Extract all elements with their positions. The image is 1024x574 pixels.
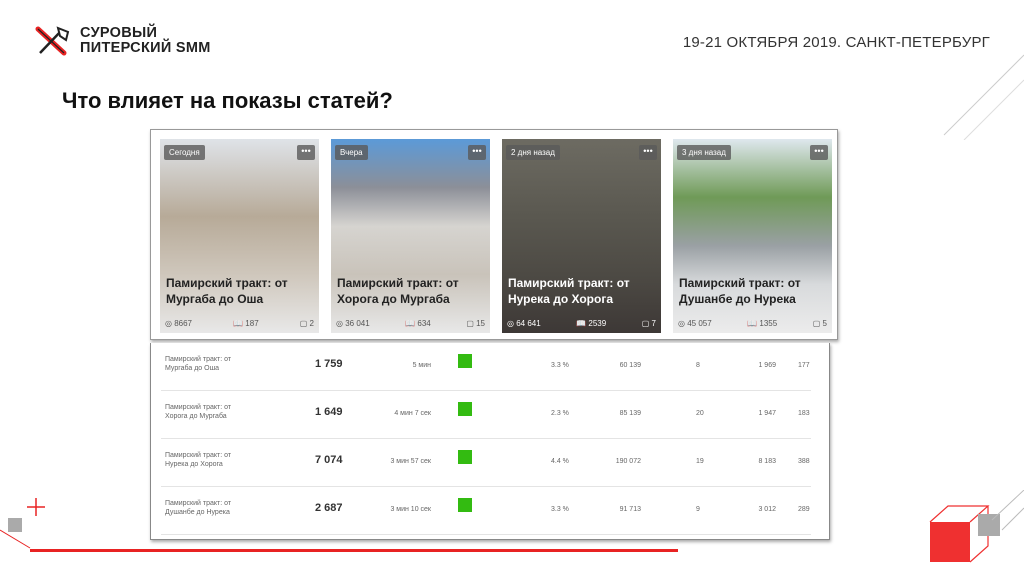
cell-pct: 3.3 %	[551, 362, 569, 369]
views-stat: ◎ 64 641	[507, 319, 541, 328]
event-date: 19-21 ОКТЯБРЯ 2019. САНКТ-ПЕТЕРБУРГ	[682, 34, 990, 51]
slide-title: Что влияет на показы статей?	[62, 88, 393, 113]
cell-value: 1 649	[315, 406, 343, 418]
cell-v4: 388	[798, 458, 810, 465]
cell-v4: 289	[798, 506, 810, 513]
decorative-cube	[929, 490, 1024, 563]
more-icon[interactable]: •••	[297, 145, 315, 160]
cell-v1: 190 072	[615, 458, 641, 465]
cell-value: 2 687	[315, 502, 343, 514]
cell-value: 7 074	[315, 454, 343, 466]
comments-stat: ▢ 7	[641, 319, 656, 328]
cell-name: Памирский тракт: от Хорога до Мургаба	[165, 404, 232, 420]
cell-name: Памирский тракт: от Мургаба до Оша	[165, 356, 232, 372]
reads-stat: 📖 634	[405, 319, 431, 328]
article-card[interactable]: Вчера ••• Памирский тракт: от Хорога до …	[331, 139, 490, 333]
article-card[interactable]: Сегодня ••• Памирский тракт: от Мургаба …	[160, 139, 319, 333]
decorative-lines	[943, 54, 1024, 140]
cell-name: Памирский тракт: от Нурека до Хорога	[165, 452, 232, 468]
axe-pen-icon	[35, 26, 70, 56]
cell-v2: 19	[696, 458, 704, 465]
status-indicator	[458, 402, 472, 416]
cell-v3: 3 012	[758, 506, 776, 513]
cell-v3: 8 183	[758, 458, 776, 465]
cell-time: 5 мин	[412, 362, 431, 369]
views-stat: ◎ 45 057	[678, 319, 712, 328]
logo-line-2: ПИТЕРСКИЙ SMM	[80, 40, 211, 56]
table-row: Памирский тракт: от Хорога до Мургаба 1 6…	[161, 391, 811, 439]
card-title: Памирский тракт: от Мургаба до Оша	[166, 276, 288, 306]
comments-stat: ▢ 5	[812, 319, 827, 328]
table-row: Памирский тракт: от Душанбе до Нурека 2 6…	[161, 487, 811, 535]
cell-v1: 91 713	[619, 506, 641, 513]
date-badge: Сегодня	[164, 145, 205, 160]
card-title: Памирский тракт: от Хорога до Мургаба	[337, 276, 459, 306]
table-row: Памирский тракт: от Нурека до Хорога 7 07…	[161, 439, 811, 487]
reads-stat: 📖 1355	[747, 319, 778, 328]
cell-pct: 2.3 %	[551, 410, 569, 417]
date-badge: Вчера	[335, 145, 368, 160]
cell-v4: 183	[798, 410, 810, 417]
status-indicator	[458, 498, 472, 512]
more-icon[interactable]: •••	[810, 145, 828, 160]
card-title: Памирский тракт: от Нурека до Хорога	[508, 276, 630, 306]
cell-v1: 60 139	[619, 362, 641, 369]
cell-v2: 8	[696, 362, 700, 369]
cell-value: 1 759	[315, 358, 343, 370]
more-icon[interactable]: •••	[468, 145, 486, 160]
status-indicator	[458, 354, 472, 368]
views-stat: ◎ 8667	[165, 319, 192, 328]
cell-time: 4 мин 7 сек	[394, 410, 431, 417]
stats-table-screenshot: Памирский тракт: от Мургаба до Оша 1 759 5…	[150, 343, 830, 540]
cell-name: Памирский тракт: от Душанбе до Нурека	[165, 500, 232, 516]
reads-stat: 📖 2539	[576, 319, 607, 328]
article-card[interactable]: 2 дня назад ••• Памирский тракт: от Нуре…	[502, 139, 661, 333]
reads-stat: 📖 187	[233, 319, 259, 328]
article-card[interactable]: 3 дня назад ••• Памирский тракт: от Душа…	[673, 139, 832, 333]
cell-v1: 85 139	[619, 410, 641, 417]
cell-time: 3 мин 57 сек	[390, 458, 431, 465]
cell-pct: 3.3 %	[551, 506, 569, 513]
logo: СУРОВЫЙ ПИТЕРСКИЙ SMM	[34, 26, 211, 56]
more-icon[interactable]: •••	[639, 145, 657, 160]
views-stat: ◎ 36 041	[336, 319, 370, 328]
cell-pct: 4.4 %	[551, 458, 569, 465]
date-badge: 2 дня назад	[506, 145, 560, 160]
card-title: Памирский тракт: от Душанбе до Нурека	[679, 276, 801, 306]
cell-v4: 177	[798, 362, 810, 369]
status-indicator	[458, 450, 472, 464]
cell-v3: 1 969	[758, 362, 776, 369]
decorative-plus	[0, 498, 45, 549]
cell-time: 3 мин 10 сек	[390, 506, 431, 513]
article-cards-screenshot: Сегодня ••• Памирский тракт: от Мургаба …	[150, 129, 838, 340]
date-badge: 3 дня назад	[677, 145, 731, 160]
cell-v3: 1 947	[758, 410, 776, 417]
accent-line	[30, 549, 678, 552]
comments-stat: ▢ 15	[466, 319, 485, 328]
table-row: Памирский тракт: от Мургаба до Оша 1 759 5…	[161, 343, 811, 391]
logo-line-1: СУРОВЫЙ	[80, 25, 158, 41]
comments-stat: ▢ 2	[299, 319, 314, 328]
cell-v2: 20	[696, 410, 704, 417]
cell-v2: 9	[696, 506, 700, 513]
